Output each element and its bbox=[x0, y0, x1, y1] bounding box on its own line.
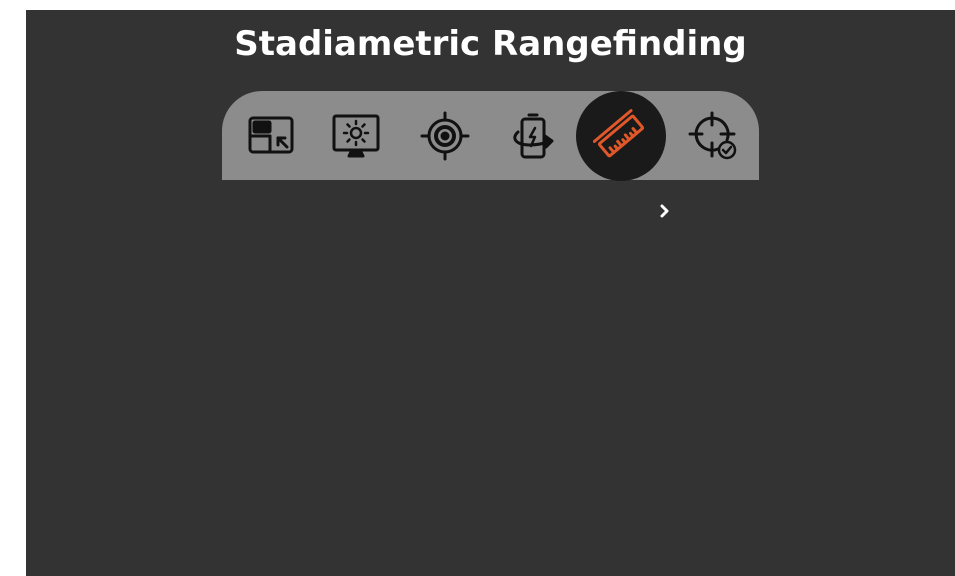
display-brightness-icon bbox=[332, 114, 380, 157]
next-chevron[interactable] bbox=[655, 198, 675, 224]
menu-item-stadiametric-rangefinding[interactable] bbox=[576, 91, 666, 181]
menu-item-battery-rotate[interactable] bbox=[488, 91, 578, 180]
page-title: Stadiametric Rangefinding bbox=[234, 24, 747, 64]
battery-rotate-icon bbox=[513, 113, 554, 158]
menu-item-target-focus[interactable] bbox=[400, 91, 490, 180]
crosshair-check-icon bbox=[688, 111, 737, 159]
menu-item-picture-in-picture[interactable] bbox=[226, 91, 316, 180]
chevron-right-icon bbox=[660, 204, 669, 218]
menu-item-display-brightness[interactable] bbox=[311, 91, 401, 180]
menu-item-crosshair-check[interactable] bbox=[669, 91, 759, 180]
target-focus-icon bbox=[420, 111, 470, 160]
menu-bar bbox=[222, 91, 759, 181]
picture-in-picture-icon bbox=[248, 116, 294, 153]
ruler-icon bbox=[593, 108, 645, 157]
device-screen: Stadiametric Rangefinding bbox=[26, 10, 955, 576]
